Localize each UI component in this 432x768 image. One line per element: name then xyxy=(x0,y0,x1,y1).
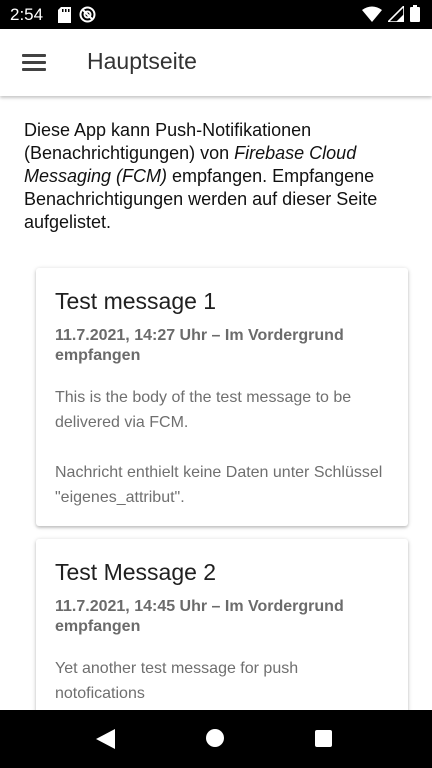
status-left-icons xyxy=(58,6,96,28)
status-right-icons xyxy=(362,3,420,27)
status-bar: 2:54 xyxy=(0,0,432,29)
navigation-bar xyxy=(0,710,432,768)
recents-icon[interactable] xyxy=(315,730,332,747)
status-time: 2:54 xyxy=(10,5,44,24)
main-content[interactable]: Diese App kann Push-Notifikationen (Bena… xyxy=(0,96,432,710)
message-card[interactable]: Test message 1 11.7.2021, 14:27 Uhr – Im… xyxy=(36,268,408,526)
battery-icon xyxy=(410,5,420,27)
home-icon[interactable] xyxy=(206,729,224,747)
wifi-icon xyxy=(362,6,382,27)
message-title: Test Message 2 xyxy=(55,559,217,585)
message-body: This is the body of the test message to … xyxy=(55,389,352,431)
page-title: Hauptseite xyxy=(87,48,197,74)
intro-text: Diese App kann Push-Notifikationen (Bena… xyxy=(24,119,414,234)
menu-icon[interactable] xyxy=(22,54,46,72)
do-not-disturb-icon xyxy=(79,6,96,28)
message-title: Test message 1 xyxy=(55,288,217,314)
back-icon[interactable] xyxy=(96,729,115,754)
message-meta: 11.7.2021, 14:45 Uhr – Im Vordergrund em… xyxy=(55,598,344,635)
message-card[interactable]: Test Message 2 11.7.2021, 14:45 Uhr – Im… xyxy=(36,539,408,710)
sd-card-icon xyxy=(58,6,71,28)
message-body: Yet another test message for push notofi… xyxy=(55,660,299,702)
app-bar: Hauptseite xyxy=(0,29,432,96)
signal-icon xyxy=(386,3,405,27)
message-data-note: Nachricht enthielt keine Daten unter Sch… xyxy=(55,464,383,506)
message-meta: 11.7.2021, 14:27 Uhr – Im Vordergrund em… xyxy=(55,327,344,364)
